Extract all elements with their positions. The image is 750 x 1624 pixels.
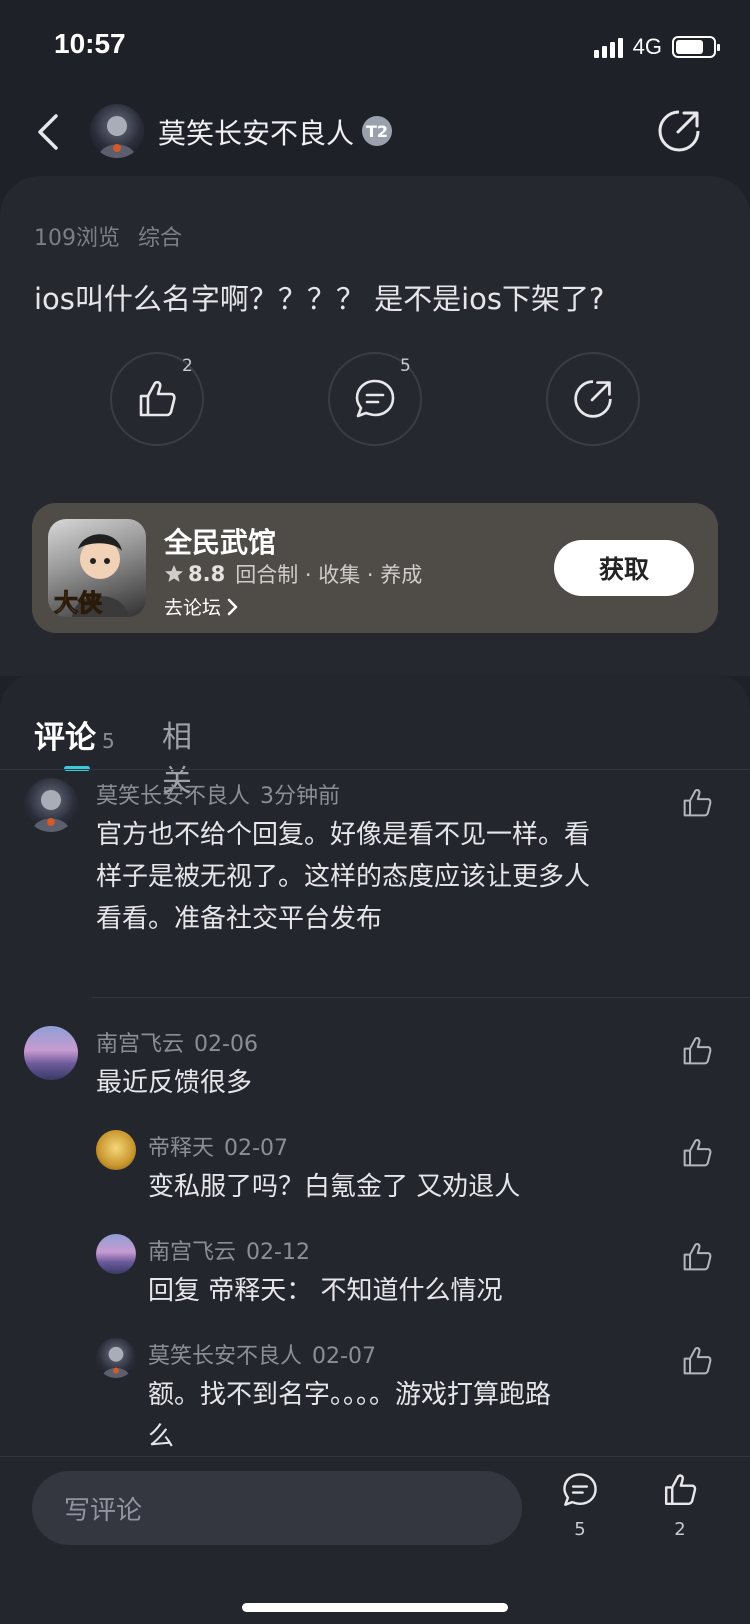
tab-comments[interactable]: 评论 5 <box>34 712 115 757</box>
comment-text: 变私服了吗？白氪金了 又劝退人 <box>148 1172 521 1202</box>
comment-line: 额。找不到名字。。。。游戏打算跑路 <box>148 1380 552 1410</box>
post-category: 综合 <box>138 226 183 251</box>
comment-input[interactable]: 写评论 <box>32 1471 522 1545</box>
comment-author: 莫笑长安不良人 02-07 <box>148 1338 376 1370</box>
avatar[interactable] <box>90 104 144 158</box>
comment-count: 5 <box>400 356 411 376</box>
comment-icon <box>355 379 395 418</box>
comment-time: 02-07 <box>312 1344 376 1369</box>
get-button[interactable]: 获取 <box>554 540 694 596</box>
divider <box>92 997 750 998</box>
comment-author: 莫笑长安不良人 3分钟前 <box>96 778 340 810</box>
battery-fill <box>676 40 703 54</box>
game-tags: 回合制 · 收集 · 养成 <box>235 563 423 587</box>
bottom-like-button[interactable]: 2 <box>650 1471 710 1540</box>
nav-bar: 莫笑长安不良人 T2 <box>0 96 750 168</box>
level-badge: T2 <box>362 116 392 146</box>
avatar[interactable] <box>96 1130 136 1170</box>
nav-username[interactable]: 莫笑长安不良人 <box>158 112 354 152</box>
comment-author-name[interactable]: 南宫飞云 <box>96 1032 184 1057</box>
thumbs-up-icon[interactable] <box>680 1136 714 1170</box>
avatar-figure <box>98 116 136 158</box>
comment-author-name[interactable]: 莫笑长安不良人 <box>148 1344 302 1369</box>
back-button[interactable] <box>28 110 68 154</box>
chevron-left-icon <box>38 114 58 150</box>
thumbs-up-icon[interactable] <box>680 786 714 820</box>
share-icon <box>658 110 700 152</box>
chevron-right-icon <box>227 598 238 615</box>
game-icon-text: 大侠 <box>54 588 103 617</box>
avatar[interactable] <box>24 778 78 832</box>
post-title: ios叫什么名字啊？？？？ 是不是ios下架了? <box>34 282 605 316</box>
comment-line: 最近反馈很多 <box>96 1068 253 1098</box>
bottom-comment-button[interactable]: 5 <box>550 1471 610 1540</box>
status-time: 10:57 <box>54 28 126 59</box>
comment-author: 南宫飞云 02-12 <box>148 1234 310 1266</box>
avatar[interactable] <box>24 1026 78 1080</box>
comment-time: 3分钟前 <box>260 784 341 809</box>
thumbs-up-icon[interactable] <box>680 1344 714 1378</box>
forum-link-label: 去论坛 <box>164 597 222 619</box>
comment-author: 帝释天 02-07 <box>148 1130 288 1162</box>
comment-author-name[interactable]: 莫笑长安不良人 <box>96 784 250 809</box>
thumbs-up-icon[interactable] <box>680 1034 714 1068</box>
comment-text: 官方也不给个回复。好像是看不见一样。看 样子是被无视了。这样的态度应该让更多人 … <box>96 814 656 940</box>
share-icon <box>574 380 612 418</box>
comment-author-name[interactable]: 帝释天 <box>148 1136 214 1161</box>
post-share-button[interactable] <box>546 352 640 446</box>
comment-text: 回复 帝释天： 不知道什么情况 <box>148 1276 503 1306</box>
comment-time: 02-06 <box>194 1032 258 1057</box>
comment-icon <box>563 1473 597 1506</box>
bottom-comment-count: 5 <box>574 1519 586 1540</box>
status-indicators: 4G <box>593 34 720 60</box>
network-label: 4G <box>632 34 662 59</box>
avatar-figure <box>32 790 70 832</box>
post-views: 109浏览 <box>34 226 120 251</box>
share-button[interactable] <box>656 108 702 154</box>
star-icon <box>165 565 183 582</box>
avatar-figure <box>101 1346 131 1378</box>
signal-icon <box>593 36 623 58</box>
tab-comments-label: 评论 <box>34 720 96 756</box>
comment-time: 02-07 <box>224 1136 288 1161</box>
thumbs-up-icon <box>139 380 176 417</box>
bottom-bar: 写评论 5 2 <box>0 1456 750 1624</box>
bottom-like-count: 2 <box>674 1519 686 1540</box>
comment-line: 么 <box>148 1422 175 1452</box>
tab-comments-count: 5 <box>102 729 115 753</box>
comment-author-name[interactable]: 南宫飞云 <box>148 1240 236 1265</box>
comment-line: 官方也不给个回复。好像是看不见一样。看 <box>96 820 591 850</box>
home-indicator <box>242 1603 508 1612</box>
post-meta: 109浏览 综合 <box>34 220 182 252</box>
like-count: 2 <box>182 356 193 376</box>
thumbs-up-icon[interactable] <box>680 1240 714 1274</box>
divider <box>0 769 750 770</box>
comment-author: 南宫飞云 02-06 <box>96 1026 258 1058</box>
game-icon-art: 大侠 <box>54 534 128 617</box>
comment-time: 02-12 <box>246 1240 310 1265</box>
comment-text: 最近反馈很多 <box>96 1062 656 1104</box>
avatar[interactable] <box>96 1338 136 1378</box>
game-name: 全民武馆 <box>164 526 277 559</box>
thumbs-up-icon <box>664 1474 697 1506</box>
status-bar: 10:57 4G <box>0 0 750 90</box>
game-rating: 8.8 回合制 · 收集 · 养成 <box>164 559 422 589</box>
comment-text: 额。找不到名字。。。。游戏打算跑路 么 <box>148 1374 668 1458</box>
battery-icon <box>672 36 720 58</box>
game-score: 8.8 <box>188 562 226 586</box>
comment-line: 看看。准备社交平台发布 <box>96 904 383 934</box>
comment-line: 样子是被无视了。这样的态度应该让更多人 <box>96 862 591 892</box>
game-icon: 大侠 <box>48 519 146 617</box>
forum-link[interactable]: 去论坛 <box>164 593 239 620</box>
game-card[interactable]: 大侠 全民武馆 8.8 回合制 · 收集 · 养成 去论坛 获取 <box>32 503 718 633</box>
avatar[interactable] <box>96 1234 136 1274</box>
